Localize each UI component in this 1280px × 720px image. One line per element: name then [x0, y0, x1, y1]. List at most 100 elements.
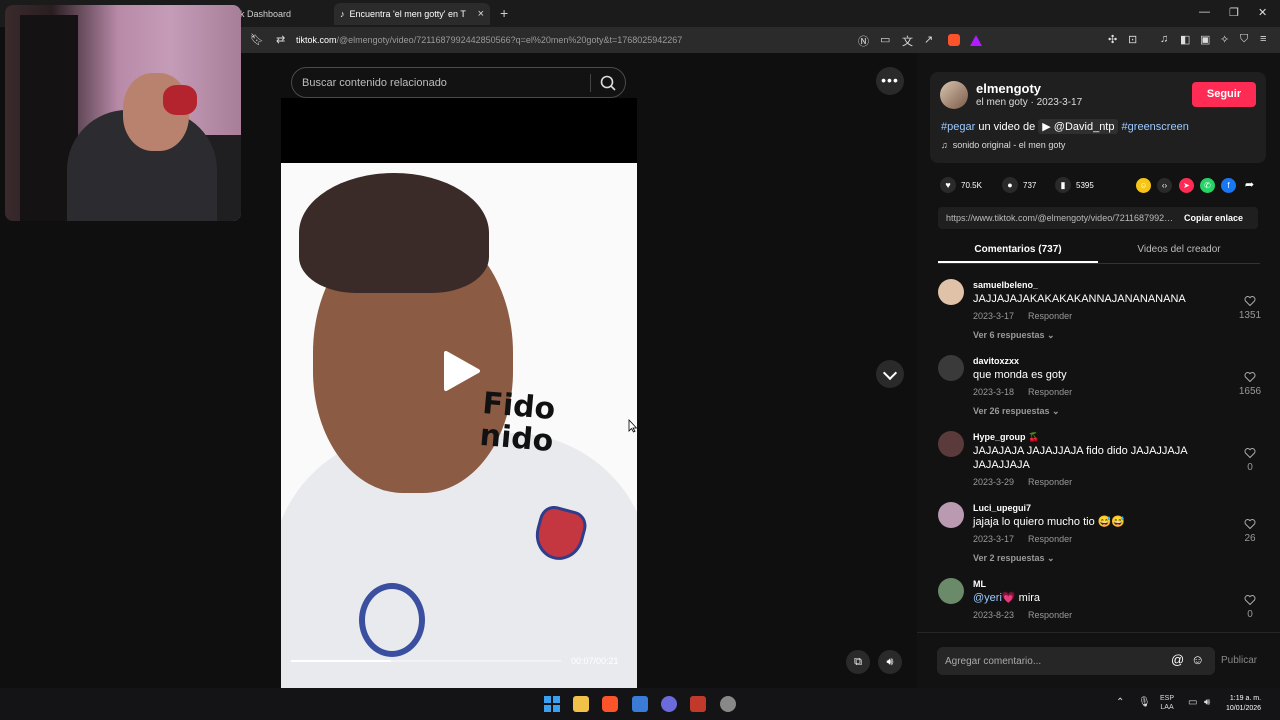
close-window-icon[interactable]: ✕: [1258, 6, 1267, 19]
heart-icon[interactable]: [1244, 594, 1256, 606]
search-input[interactable]: Buscar contenido relacionado: [302, 77, 447, 89]
app-icon[interactable]: [690, 696, 706, 712]
search-icon[interactable]: [598, 73, 618, 93]
sidebar-icon[interactable]: ◧: [1180, 33, 1190, 46]
minimize-icon[interactable]: —: [1199, 6, 1210, 18]
next-video-button[interactable]: [876, 360, 904, 388]
avatar[interactable]: [938, 578, 964, 604]
heart-icon[interactable]: [1244, 518, 1256, 530]
publish-button[interactable]: Publicar: [1221, 655, 1257, 666]
view-replies-button[interactable]: Ver 26 respuestas ⌄: [973, 406, 1060, 417]
comment-username[interactable]: Luci_upegui7: [973, 503, 1031, 513]
music-link[interactable]: ♫ sonido original - el men goty: [941, 140, 1065, 150]
volume-icon[interactable]: 🔊︎: [878, 650, 902, 674]
obs-icon[interactable]: [720, 696, 736, 712]
extensions-icon[interactable]: ✣: [1108, 33, 1117, 46]
clock[interactable]: 1:19 a. m. 10/01/2026: [1226, 694, 1261, 714]
network-icon[interactable]: ▭: [1188, 697, 1197, 708]
screenshot-icon[interactable]: ⊡: [1128, 33, 1137, 46]
like-button[interactable]: ♥ 70.5K: [940, 177, 982, 193]
video-time: 00:07/00:21: [571, 656, 619, 666]
reply-button[interactable]: Responder: [1028, 387, 1072, 397]
comment-button[interactable]: ● 737: [1002, 177, 1036, 193]
hashtag-link[interactable]: #greenscreen: [1122, 121, 1189, 133]
language-indicator[interactable]: ESP LAA: [1160, 694, 1174, 712]
mention-icon[interactable]: @: [1171, 652, 1184, 667]
author-username[interactable]: elmengoty: [976, 81, 1041, 96]
heart-icon[interactable]: [1244, 447, 1256, 459]
heart-icon[interactable]: [1244, 371, 1256, 383]
avatar[interactable]: [938, 502, 964, 528]
microphone-icon[interactable]: 🎙︎: [1138, 697, 1151, 708]
comment-input[interactable]: Agregar comentario... @ ☺: [937, 647, 1215, 675]
store-icon[interactable]: [632, 696, 648, 712]
reader-off-icon[interactable]: Ⓝ: [858, 33, 869, 49]
send-icon[interactable]: ➤: [1179, 178, 1194, 193]
share-icon[interactable]: ↗: [924, 33, 933, 46]
cast-icon[interactable]: ▭: [880, 33, 890, 46]
browser-tab-dashboard[interactable]: k Dashboard: [240, 3, 332, 25]
volume-icon[interactable]: 🔊︎: [1204, 697, 1210, 708]
restore-icon[interactable]: ❐: [1229, 6, 1239, 19]
chevron-up-icon[interactable]: ⌃: [1116, 697, 1124, 708]
view-replies-button[interactable]: Ver 2 respuestas ⌄: [973, 553, 1055, 564]
emoji-icon[interactable]: ☺: [1191, 652, 1204, 667]
whatsapp-icon[interactable]: ✆: [1200, 178, 1215, 193]
mention-link[interactable]: @yeri: [973, 592, 1002, 604]
reply-button[interactable]: Responder: [1028, 610, 1072, 620]
comment-username[interactable]: ML: [973, 579, 986, 589]
play-icon[interactable]: [442, 349, 482, 393]
emoji-share-icon[interactable]: ☺: [1136, 178, 1151, 193]
brave-icon[interactable]: [602, 696, 618, 712]
avatar[interactable]: [940, 81, 968, 109]
comment-text: que monda es goty: [973, 369, 1067, 381]
file-explorer-icon[interactable]: [573, 696, 589, 712]
comment-username[interactable]: samuelbeleno_: [973, 280, 1038, 290]
pip-icon[interactable]: ⧉: [846, 650, 870, 674]
copy-link-button[interactable]: Copiar enlace: [1184, 213, 1243, 223]
share-link-url[interactable]: https://www.tiktok.com/@elmengoty/video/…: [946, 213, 1174, 223]
view-replies-button[interactable]: Ver 6 respuestas ⌄: [973, 330, 1055, 341]
vpn-icon[interactable]: ⛉: [1240, 33, 1248, 46]
reply-button[interactable]: Responder: [1028, 311, 1072, 321]
reply-button[interactable]: Responder: [1028, 477, 1072, 487]
brave-shield-icon[interactable]: [948, 34, 960, 46]
media-icon[interactable]: ♫: [1160, 33, 1168, 45]
tab-comments[interactable]: Comentarios (737): [938, 244, 1098, 255]
share-arrow-icon[interactable]: ➦: [1242, 178, 1257, 193]
wallet-icon[interactable]: ▣: [1200, 33, 1210, 46]
comment-icon: ●: [1002, 177, 1018, 193]
brave-rewards-icon[interactable]: [970, 35, 982, 46]
comment-username[interactable]: davitoxzxx: [973, 356, 1019, 366]
browser-tab-tiktok[interactable]: ♪ Encuentra 'el men gotty' en T ×: [334, 3, 490, 25]
tab-creator-videos[interactable]: Videos del creador: [1104, 244, 1254, 255]
menu-icon[interactable]: ≡: [1260, 33, 1266, 45]
site-settings-icon[interactable]: ⇄: [276, 33, 285, 46]
start-icon[interactable]: [544, 696, 560, 712]
bookmark-icon[interactable]: 🔖︎: [250, 33, 264, 46]
new-tab-button[interactable]: +: [500, 5, 508, 21]
avatar[interactable]: [938, 355, 964, 381]
video-player[interactable]: Fido nido 00:07/00:21: [281, 163, 637, 688]
follow-button[interactable]: Seguir: [1192, 82, 1256, 107]
facebook-icon[interactable]: f: [1221, 178, 1236, 193]
embed-icon[interactable]: ‹›: [1157, 178, 1172, 193]
video-progress-bar[interactable]: [291, 660, 561, 662]
share-link-box: https://www.tiktok.com/@elmengoty/video/…: [938, 207, 1258, 229]
heart-icon[interactable]: [1244, 295, 1256, 307]
url-field[interactable]: tiktok.com/@elmengoty/video/721168799244…: [296, 35, 682, 45]
game-icon[interactable]: [661, 696, 677, 712]
mention-link[interactable]: ▶ @David_ntp: [1038, 119, 1119, 134]
avatar[interactable]: [938, 279, 964, 305]
tab-label: k Dashboard: [240, 9, 292, 19]
close-icon[interactable]: ×: [478, 8, 484, 20]
reply-button[interactable]: Responder: [1028, 534, 1072, 544]
avatar[interactable]: [938, 431, 964, 457]
translate-icon[interactable]: 文: [902, 33, 913, 49]
comment-username[interactable]: Hype_group 🍒: [973, 432, 1039, 443]
hashtag-link[interactable]: #pegar: [941, 121, 975, 133]
related-search[interactable]: Buscar contenido relacionado: [291, 67, 626, 98]
save-button[interactable]: ▮ 5395: [1055, 177, 1094, 193]
leo-ai-icon[interactable]: ✧: [1220, 33, 1229, 46]
more-options-button[interactable]: •••: [876, 67, 904, 95]
